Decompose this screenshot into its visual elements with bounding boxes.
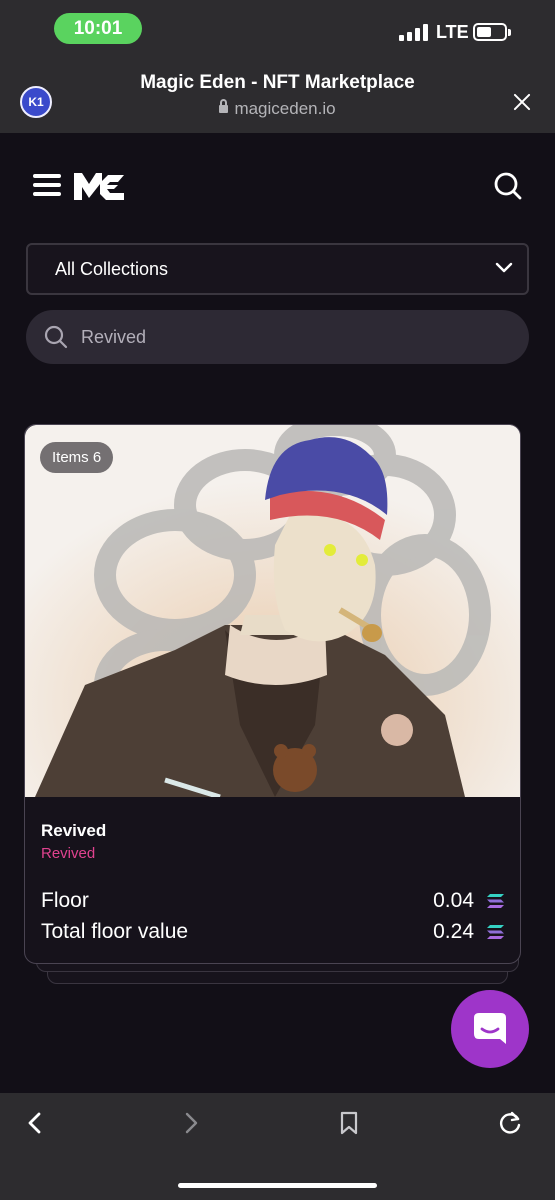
search-input[interactable]: Revived bbox=[26, 310, 529, 364]
close-icon[interactable] bbox=[510, 90, 534, 114]
search-input-value: Revived bbox=[81, 327, 147, 347]
floor-value: 0.04 bbox=[433, 889, 474, 912]
collection-subtitle: Revived bbox=[41, 845, 96, 862]
collections-dropdown[interactable]: All Collections bbox=[26, 243, 529, 295]
reload-icon[interactable] bbox=[497, 1110, 523, 1136]
chat-button[interactable] bbox=[451, 990, 529, 1068]
status-time: 10:01 bbox=[54, 13, 142, 44]
chat-icon bbox=[474, 1013, 506, 1044]
signal-strength-icon bbox=[399, 23, 428, 41]
total-floor-row: Total floor value 0.24 bbox=[41, 919, 505, 945]
total-floor-value: 0.24 bbox=[433, 920, 474, 943]
solana-icon bbox=[487, 894, 504, 908]
collections-dropdown-label: All Collections bbox=[55, 258, 169, 279]
back-icon[interactable] bbox=[22, 1110, 48, 1136]
menu-icon[interactable] bbox=[33, 173, 61, 197]
network-type: LTE bbox=[436, 22, 469, 42]
collection-name: Revived bbox=[41, 821, 107, 840]
solana-icon bbox=[487, 925, 504, 939]
home-indicator[interactable] bbox=[178, 1183, 377, 1188]
collection-card[interactable]: Items 6 Revived Revived Floor 0.04 Total… bbox=[24, 424, 521, 964]
items-count-badge: Items 6 bbox=[40, 442, 114, 473]
search-icon[interactable] bbox=[493, 171, 523, 201]
battery-icon bbox=[473, 23, 511, 41]
lock-icon bbox=[219, 99, 229, 113]
floor-label: Floor bbox=[41, 889, 89, 912]
total-floor-label: Total floor value bbox=[41, 920, 189, 943]
magic-eden-logo[interactable] bbox=[72, 170, 126, 202]
page-title: Magic Eden - NFT Marketplace bbox=[140, 72, 415, 93]
bookmark-icon[interactable] bbox=[336, 1110, 362, 1136]
browser-top-chrome: 10:01 LTE K1 Magic Eden - NFT Marketplac… bbox=[0, 0, 555, 133]
forward-icon[interactable] bbox=[178, 1110, 204, 1136]
search-icon bbox=[44, 325, 68, 349]
page-url[interactable]: magiceden.io bbox=[0, 99, 555, 119]
chevron-down-icon bbox=[495, 262, 513, 273]
floor-row: Floor 0.04 bbox=[41, 888, 505, 914]
url-text: magiceden.io bbox=[234, 99, 336, 118]
collection-artwork[interactable]: Items 6 bbox=[25, 425, 520, 797]
